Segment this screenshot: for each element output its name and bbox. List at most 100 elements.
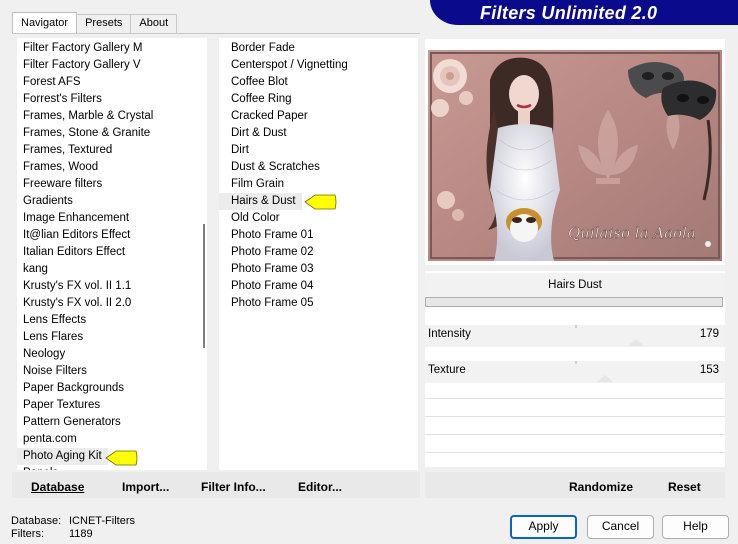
filter-row: Dirt [219, 142, 418, 159]
category-item[interactable]: Frames, Textured [17, 142, 207, 159]
import-button[interactable]: Import... [122, 480, 169, 494]
category-item[interactable]: Filter Factory Gallery M [17, 40, 207, 57]
filter-item[interactable]: Photo Frame 01 [219, 227, 418, 244]
category-row: Lens Effects [17, 312, 207, 329]
filter-items: Border Fade Centerspot / Vignetting Coffee… [219, 38, 418, 312]
category-row: Neology [17, 346, 207, 363]
cancel-button[interactable]: Cancel [587, 515, 654, 539]
filter-info-button-label: Filter Info... [201, 480, 266, 494]
filter-item[interactable]: Hairs & Dust [219, 193, 302, 210]
category-item[interactable]: Photo Aging Kit [17, 448, 108, 465]
category-item[interactable]: Forest AFS [17, 74, 207, 91]
slider-thumb-intensity[interactable] [628, 339, 644, 346]
tab-bar: Navigator Presets About [12, 12, 178, 33]
filter-item[interactable]: Coffee Ring [219, 91, 418, 108]
filter-info-button[interactable]: Filter Info... [201, 480, 266, 494]
filter-row: Border Fade [219, 40, 418, 57]
app-title: Filters Unlimited 2.0 [480, 3, 658, 23]
category-item[interactable]: Frames, Stone & Granite [17, 125, 207, 142]
filter-row: Photo Frame 04 [219, 278, 418, 295]
category-row: Gradients [17, 193, 207, 210]
category-item[interactable]: Filter Factory Gallery V [17, 57, 207, 74]
tab-presets[interactable]: Presets [76, 14, 132, 33]
filter-item[interactable]: Photo Frame 05 [219, 295, 418, 312]
category-item[interactable]: Krusty's FX vol. II 1.1 [17, 278, 207, 295]
filter-item[interactable]: Dust & Scratches [219, 159, 418, 176]
category-scrollbar-thumb[interactable] [203, 224, 205, 348]
category-item[interactable]: penta.com [17, 431, 207, 448]
preview-signature: Quilaiso la Aaola [568, 224, 696, 242]
category-item[interactable]: Image Enhancement [17, 210, 207, 227]
category-item[interactable]: Frames, Wood [17, 159, 207, 176]
database-button-label: Database [31, 480, 85, 494]
filter-item[interactable]: Centerspot / Vignetting [219, 57, 418, 74]
randomize-button[interactable]: Randomize [569, 480, 633, 494]
param-label-intensity: Intensity [428, 328, 471, 340]
category-item[interactable]: Pattern Generators [17, 414, 207, 431]
tab-divider [12, 33, 420, 34]
category-item[interactable]: Gradients [17, 193, 207, 210]
filter-row: Photo Frame 05 [219, 295, 418, 312]
status-area: Database: ICNET-Filters Filters: 1189 [11, 515, 135, 541]
parameter-panel: Hairs Dust Intensity 179 Texture 153 [425, 271, 725, 467]
preview-artwork: Quilaiso la Aaola [428, 50, 722, 261]
progress-bar [425, 297, 723, 307]
category-item[interactable]: Paper Textures [17, 397, 207, 414]
editor-button-label: Editor... [298, 480, 343, 494]
editor-button[interactable]: Editor... [298, 480, 342, 494]
reset-button-label: Reset [668, 480, 701, 494]
tab-about[interactable]: About [130, 14, 178, 33]
param-value-texture: 153 [699, 364, 719, 376]
category-item[interactable]: Paper Backgrounds [17, 380, 207, 397]
filter-item[interactable]: Border Fade [219, 40, 418, 57]
slider-thumb-texture[interactable] [597, 375, 613, 382]
import-button-label: Import... [122, 480, 170, 494]
apply-button[interactable]: Apply [510, 515, 577, 539]
category-row: Pattern Generators [17, 414, 207, 431]
slider-texture[interactable]: Texture 153 [425, 361, 725, 383]
filter-item[interactable]: Coffee Blot [219, 74, 418, 91]
filter-item[interactable]: Old Color [219, 210, 418, 227]
filter-list[interactable]: Border Fade Centerspot / Vignetting Coffee… [219, 38, 418, 470]
filter-item[interactable]: Dirt & Dust [219, 125, 418, 142]
category-row: Frames, Stone & Granite [17, 125, 207, 142]
category-row: Frames, Textured [17, 142, 207, 159]
filter-item[interactable]: Film Grain [219, 176, 418, 193]
category-row: Paper Textures [17, 397, 207, 414]
slider-intensity[interactable]: Intensity 179 [425, 325, 725, 347]
category-list[interactable]: Filter Factory Gallery M Filter Factory G… [17, 38, 207, 470]
preview-image: Quilaiso la Aaola [428, 50, 722, 261]
param-value-intensity: 179 [699, 328, 719, 340]
filter-item[interactable]: Dirt [219, 142, 418, 159]
help-button[interactable]: Help [662, 515, 729, 539]
tab-navigator[interactable]: Navigator [12, 12, 78, 33]
filter-item[interactable]: Photo Frame 02 [219, 244, 418, 261]
filter-row: Dirt & Dust [219, 125, 418, 142]
category-item[interactable]: Krusty's FX vol. II 2.0 [17, 295, 207, 312]
reset-button[interactable]: Reset [668, 480, 701, 494]
category-item[interactable]: Lens Flares [17, 329, 207, 346]
category-items: Filter Factory Gallery M Filter Factory G… [17, 38, 207, 470]
category-row: Noise Filters [17, 363, 207, 380]
filter-row: Photo Frame 01 [219, 227, 418, 244]
filter-row: Photo Frame 03 [219, 261, 418, 278]
category-item[interactable]: Freeware filters [17, 176, 207, 193]
category-row: Krusty's FX vol. II 1.1 [17, 278, 207, 295]
category-item[interactable]: Frames, Marble & Crystal [17, 108, 207, 125]
category-row: kang [17, 261, 207, 278]
category-item[interactable]: kang [17, 261, 207, 278]
category-item[interactable]: Forrest's Filters [17, 91, 207, 108]
filter-item[interactable]: Photo Frame 04 [219, 278, 418, 295]
category-row: It@lian Editors Effect [17, 227, 207, 244]
preview-panel[interactable]: Quilaiso la Aaola [425, 39, 725, 265]
filter-name-label: Hairs Dust [425, 273, 725, 297]
category-item[interactable]: Neology [17, 346, 207, 363]
category-item[interactable]: It@lian Editors Effect [17, 227, 207, 244]
category-item[interactable]: Lens Effects [17, 312, 207, 329]
category-item[interactable]: Italian Editors Effect [17, 244, 207, 261]
filter-item[interactable]: Cracked Paper [219, 108, 418, 125]
filter-item[interactable]: Photo Frame 03 [219, 261, 418, 278]
category-item[interactable]: Noise Filters [17, 363, 207, 380]
category-row: Filter Factory Gallery M [17, 40, 207, 57]
database-button[interactable]: Database [31, 480, 84, 494]
